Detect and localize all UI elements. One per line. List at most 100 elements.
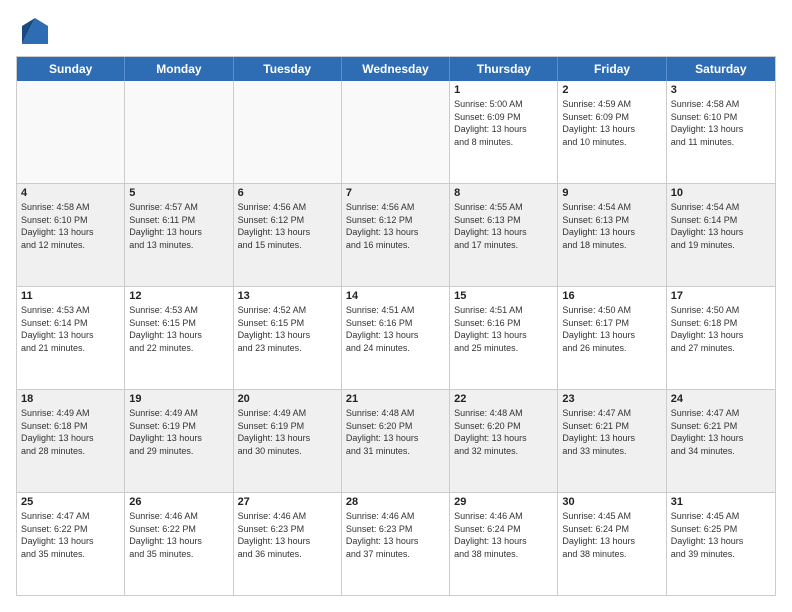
day-cell-3: 3 Sunrise: 4:58 AM Sunset: 6:10 PM Daylig… bbox=[667, 81, 775, 183]
day-info: Sunrise: 4:56 AM Sunset: 6:12 PM Dayligh… bbox=[238, 201, 337, 251]
calendar-body: 1 Sunrise: 5:00 AM Sunset: 6:09 PM Daylig… bbox=[17, 81, 775, 595]
day-number: 18 bbox=[21, 393, 120, 405]
empty-cell bbox=[342, 81, 450, 183]
day-cell-7: 7 Sunrise: 4:56 AM Sunset: 6:12 PM Daylig… bbox=[342, 184, 450, 286]
day-info: Sunrise: 4:51 AM Sunset: 6:16 PM Dayligh… bbox=[346, 304, 445, 354]
day-number: 19 bbox=[129, 393, 228, 405]
day-cell-30: 30 Sunrise: 4:45 AM Sunset: 6:24 PM Dayli… bbox=[558, 493, 666, 595]
day-number: 23 bbox=[562, 393, 661, 405]
day-info: Sunrise: 4:50 AM Sunset: 6:17 PM Dayligh… bbox=[562, 304, 661, 354]
day-info: Sunrise: 4:56 AM Sunset: 6:12 PM Dayligh… bbox=[346, 201, 445, 251]
day-number: 10 bbox=[671, 187, 771, 199]
day-cell-24: 24 Sunrise: 4:47 AM Sunset: 6:21 PM Dayli… bbox=[667, 390, 775, 492]
empty-cell bbox=[17, 81, 125, 183]
day-info: Sunrise: 4:48 AM Sunset: 6:20 PM Dayligh… bbox=[454, 407, 553, 457]
day-number: 24 bbox=[671, 393, 771, 405]
day-cell-31: 31Sunrise: 4:45 AM Sunset: 6:25 PM Dayli… bbox=[667, 493, 775, 595]
empty-cell bbox=[234, 81, 342, 183]
calendar-header: SundayMondayTuesdayWednesdayThursdayFrid… bbox=[17, 57, 775, 81]
calendar: SundayMondayTuesdayWednesdayThursdayFrid… bbox=[16, 56, 776, 596]
day-cell-4: 4Sunrise: 4:58 AM Sunset: 6:10 PM Daylig… bbox=[17, 184, 125, 286]
day-info: Sunrise: 4:46 AM Sunset: 6:24 PM Dayligh… bbox=[454, 510, 553, 560]
day-number: 15 bbox=[454, 290, 553, 302]
day-cell-25: 25 Sunrise: 4:47 AM Sunset: 6:22 PM Dayli… bbox=[17, 493, 125, 595]
day-cell-28: 28 Sunrise: 4:46 AM Sunset: 6:23 PM Dayli… bbox=[342, 493, 450, 595]
day-number: 29 bbox=[454, 496, 553, 508]
day-info: Sunrise: 4:52 AM Sunset: 6:15 PM Dayligh… bbox=[238, 304, 337, 354]
logo-icon bbox=[20, 16, 50, 46]
day-cell-9: 9Sunrise: 4:54 AM Sunset: 6:13 PM Daylig… bbox=[558, 184, 666, 286]
day-info: Sunrise: 4:53 AM Sunset: 6:15 PM Dayligh… bbox=[129, 304, 228, 354]
day-info: Sunrise: 4:46 AM Sunset: 6:23 PM Dayligh… bbox=[238, 510, 337, 560]
day-number: 28 bbox=[346, 496, 445, 508]
day-cell-29: 29 Sunrise: 4:46 AM Sunset: 6:24 PM Dayli… bbox=[450, 493, 558, 595]
day-header-tuesday: Tuesday bbox=[234, 57, 342, 81]
day-number: 12 bbox=[129, 290, 228, 302]
day-info: Sunrise: 4:48 AM Sunset: 6:20 PM Dayligh… bbox=[346, 407, 445, 457]
day-cell-15: 15Sunrise: 4:51 AM Sunset: 6:16 PM Dayli… bbox=[450, 287, 558, 389]
calendar-week-4: 18 Sunrise: 4:49 AM Sunset: 6:18 PM Dayli… bbox=[17, 390, 775, 493]
day-cell-10: 10 Sunrise: 4:54 AM Sunset: 6:14 PM Dayli… bbox=[667, 184, 775, 286]
calendar-week-5: 25 Sunrise: 4:47 AM Sunset: 6:22 PM Dayli… bbox=[17, 493, 775, 595]
day-number: 26 bbox=[129, 496, 228, 508]
day-header-saturday: Saturday bbox=[667, 57, 775, 81]
day-header-sunday: Sunday bbox=[17, 57, 125, 81]
day-cell-13: 13 Sunrise: 4:52 AM Sunset: 6:15 PM Dayli… bbox=[234, 287, 342, 389]
day-header-thursday: Thursday bbox=[450, 57, 558, 81]
day-number: 27 bbox=[238, 496, 337, 508]
day-number: 4 bbox=[21, 187, 120, 199]
day-number: 13 bbox=[238, 290, 337, 302]
day-info: Sunrise: 4:45 AM Sunset: 6:25 PM Dayligh… bbox=[671, 510, 771, 560]
day-number: 11 bbox=[21, 290, 120, 302]
day-cell-23: 23 Sunrise: 4:47 AM Sunset: 6:21 PM Dayli… bbox=[558, 390, 666, 492]
day-cell-22: 22 Sunrise: 4:48 AM Sunset: 6:20 PM Dayli… bbox=[450, 390, 558, 492]
day-number: 8 bbox=[454, 187, 553, 199]
day-number: 6 bbox=[238, 187, 337, 199]
day-number: 17 bbox=[671, 290, 771, 302]
day-number: 9 bbox=[562, 187, 661, 199]
day-cell-16: 16Sunrise: 4:50 AM Sunset: 6:17 PM Dayli… bbox=[558, 287, 666, 389]
day-cell-18: 18 Sunrise: 4:49 AM Sunset: 6:18 PM Dayli… bbox=[17, 390, 125, 492]
day-number: 14 bbox=[346, 290, 445, 302]
day-info: Sunrise: 4:45 AM Sunset: 6:24 PM Dayligh… bbox=[562, 510, 661, 560]
day-info: Sunrise: 4:57 AM Sunset: 6:11 PM Dayligh… bbox=[129, 201, 228, 251]
day-info: Sunrise: 4:47 AM Sunset: 6:21 PM Dayligh… bbox=[562, 407, 661, 457]
day-info: Sunrise: 5:00 AM Sunset: 6:09 PM Dayligh… bbox=[454, 98, 553, 148]
day-info: Sunrise: 4:58 AM Sunset: 6:10 PM Dayligh… bbox=[671, 98, 771, 148]
day-number: 20 bbox=[238, 393, 337, 405]
day-number: 30 bbox=[562, 496, 661, 508]
day-number: 1 bbox=[454, 84, 553, 96]
day-info: Sunrise: 4:49 AM Sunset: 6:19 PM Dayligh… bbox=[238, 407, 337, 457]
day-number: 2 bbox=[562, 84, 661, 96]
day-info: Sunrise: 4:47 AM Sunset: 6:22 PM Dayligh… bbox=[21, 510, 120, 560]
day-info: Sunrise: 4:55 AM Sunset: 6:13 PM Dayligh… bbox=[454, 201, 553, 251]
day-info: Sunrise: 4:47 AM Sunset: 6:21 PM Dayligh… bbox=[671, 407, 771, 457]
day-info: Sunrise: 4:46 AM Sunset: 6:23 PM Dayligh… bbox=[346, 510, 445, 560]
day-cell-26: 26 Sunrise: 4:46 AM Sunset: 6:22 PM Dayli… bbox=[125, 493, 233, 595]
day-number: 7 bbox=[346, 187, 445, 199]
day-number: 21 bbox=[346, 393, 445, 405]
calendar-week-2: 4Sunrise: 4:58 AM Sunset: 6:10 PM Daylig… bbox=[17, 184, 775, 287]
day-cell-17: 17Sunrise: 4:50 AM Sunset: 6:18 PM Dayli… bbox=[667, 287, 775, 389]
day-cell-14: 14 Sunrise: 4:51 AM Sunset: 6:16 PM Dayli… bbox=[342, 287, 450, 389]
day-cell-21: 21 Sunrise: 4:48 AM Sunset: 6:20 PM Dayli… bbox=[342, 390, 450, 492]
day-header-monday: Monday bbox=[125, 57, 233, 81]
day-info: Sunrise: 4:54 AM Sunset: 6:14 PM Dayligh… bbox=[671, 201, 771, 251]
day-cell-8: 8 Sunrise: 4:55 AM Sunset: 6:13 PM Daylig… bbox=[450, 184, 558, 286]
calendar-week-3: 11 Sunrise: 4:53 AM Sunset: 6:14 PM Dayli… bbox=[17, 287, 775, 390]
day-info: Sunrise: 4:46 AM Sunset: 6:22 PM Dayligh… bbox=[129, 510, 228, 560]
day-cell-20: 20 Sunrise: 4:49 AM Sunset: 6:19 PM Dayli… bbox=[234, 390, 342, 492]
day-number: 3 bbox=[671, 84, 771, 96]
day-cell-2: 2Sunrise: 4:59 AM Sunset: 6:09 PM Daylig… bbox=[558, 81, 666, 183]
header bbox=[16, 16, 776, 46]
day-number: 25 bbox=[21, 496, 120, 508]
day-cell-6: 6 Sunrise: 4:56 AM Sunset: 6:12 PM Daylig… bbox=[234, 184, 342, 286]
calendar-week-1: 1 Sunrise: 5:00 AM Sunset: 6:09 PM Daylig… bbox=[17, 81, 775, 184]
day-header-friday: Friday bbox=[558, 57, 666, 81]
day-info: Sunrise: 4:53 AM Sunset: 6:14 PM Dayligh… bbox=[21, 304, 120, 354]
day-number: 22 bbox=[454, 393, 553, 405]
day-number: 5 bbox=[129, 187, 228, 199]
day-info: Sunrise: 4:49 AM Sunset: 6:18 PM Dayligh… bbox=[21, 407, 120, 457]
day-cell-11: 11 Sunrise: 4:53 AM Sunset: 6:14 PM Dayli… bbox=[17, 287, 125, 389]
page: SundayMondayTuesdayWednesdayThursdayFrid… bbox=[0, 0, 792, 612]
